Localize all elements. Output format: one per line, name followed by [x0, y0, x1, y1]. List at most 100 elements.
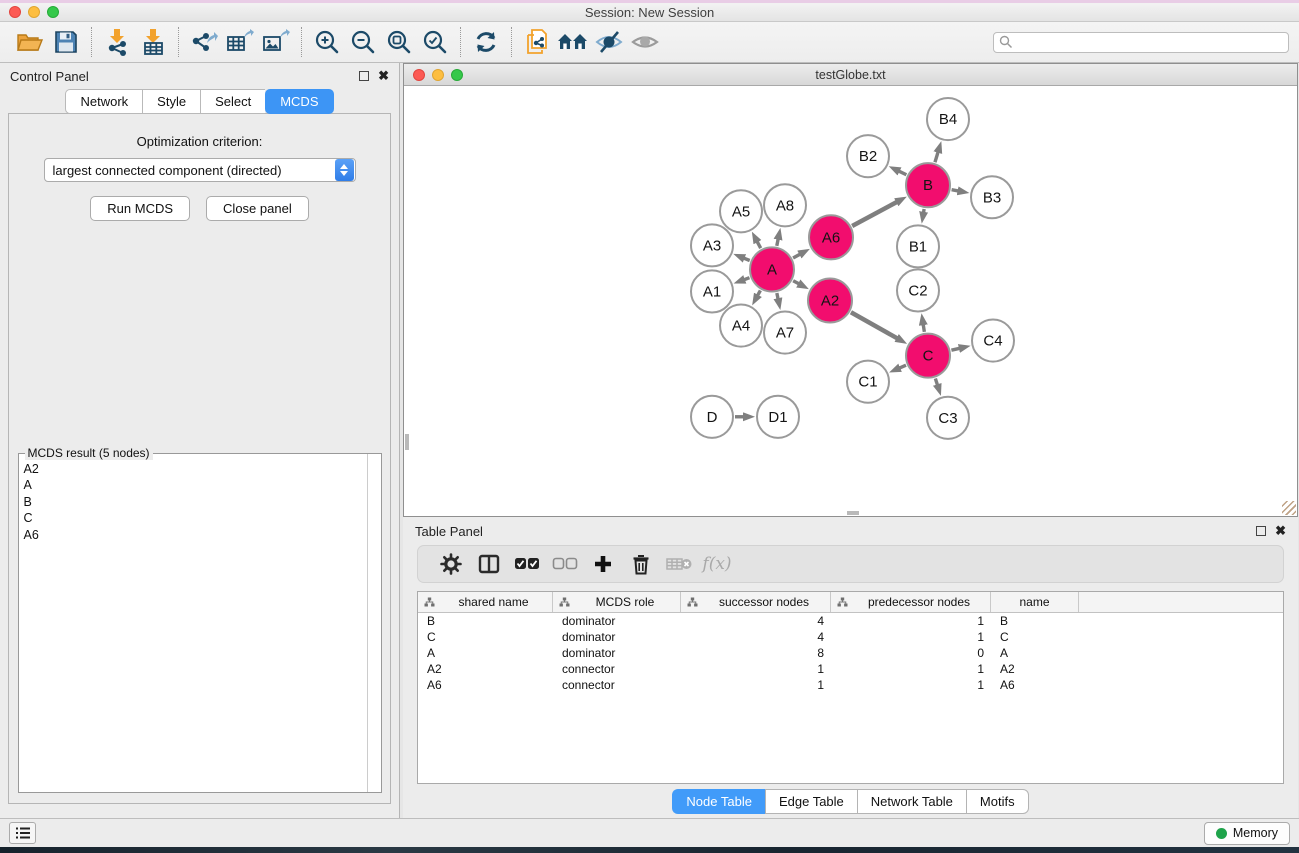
search-field[interactable] — [993, 32, 1289, 53]
export-network-button[interactable] — [186, 26, 222, 58]
table-cell: C — [418, 630, 553, 644]
table-row[interactable]: A2connector11A2 — [418, 661, 1283, 677]
tab-edge-table[interactable]: Edge Table — [765, 789, 857, 814]
select-all-columns-button[interactable] — [508, 549, 546, 579]
column-header-predecessor-nodes[interactable]: predecessor nodes — [831, 592, 991, 612]
show-eye-button[interactable] — [627, 26, 663, 58]
zoom-fit-icon — [386, 29, 412, 55]
hide-eye-button[interactable] — [591, 26, 627, 58]
column-header-label: MCDS role — [570, 595, 680, 609]
toolbar-separator — [178, 27, 179, 57]
table-cell: A6 — [991, 678, 1079, 692]
table-row[interactable]: A6connector11A6 — [418, 677, 1283, 693]
graph-edge-C-C1[interactable] — [898, 365, 906, 368]
table-settings-button[interactable] — [432, 549, 470, 579]
network-canvas[interactable]: B4B2BB3A8A5A6A3B1AC2A1A2A4A7C4CC1DC3D1 — [404, 86, 1297, 516]
table-row[interactable]: Adominator80A — [418, 645, 1283, 661]
control-panel-tabs: Network Style Select MCDS — [0, 89, 399, 114]
eye-icon — [630, 30, 660, 54]
add-column-button[interactable] — [584, 549, 622, 579]
graph-edge-A-A8[interactable] — [777, 238, 779, 246]
graph-edge-B-B3[interactable] — [952, 190, 960, 191]
column-header-name[interactable]: name — [991, 592, 1079, 612]
task-history-button[interactable] — [9, 822, 36, 844]
column-header-label: predecessor nodes — [848, 595, 990, 609]
close-panel-button[interactable]: Close panel — [206, 196, 309, 221]
export-image-button[interactable] — [258, 26, 294, 58]
network-window-titlebar[interactable]: testGlobe.txt — [404, 64, 1297, 86]
graph-edge-A-A6[interactable] — [793, 254, 801, 258]
import-table-button[interactable] — [135, 26, 171, 58]
graph-node-label-A: A — [767, 261, 777, 278]
shared-column-icon — [687, 597, 698, 607]
window-resize-grip[interactable] — [1282, 501, 1296, 515]
run-mcds-button[interactable]: Run MCDS — [90, 196, 190, 221]
import-network-button[interactable] — [99, 26, 135, 58]
table-row[interactable]: Cdominator41C — [418, 629, 1283, 645]
graph-edge-A-A5[interactable] — [757, 240, 761, 248]
tab-node-table[interactable]: Node Table — [672, 789, 765, 814]
tab-motifs[interactable]: Motifs — [966, 789, 1029, 814]
search-input[interactable] — [1013, 35, 1273, 49]
graph-edge-A6-B[interactable] — [852, 201, 898, 226]
result-scrollbar[interactable] — [367, 454, 381, 792]
column-layout-button[interactable] — [470, 549, 508, 579]
close-table-panel-icon[interactable]: ✖ — [1275, 526, 1286, 536]
graph-edge-A2-C[interactable] — [851, 312, 898, 339]
zoom-fit-button[interactable] — [381, 26, 417, 58]
save-session-button[interactable] — [48, 26, 84, 58]
canvas-vscroll-thumb[interactable] — [405, 434, 409, 450]
tab-style[interactable]: Style — [142, 89, 200, 114]
graph-edge-A-A2[interactable] — [793, 281, 800, 285]
two-houses-icon — [557, 30, 589, 54]
tab-network-table[interactable]: Network Table — [857, 789, 966, 814]
home-button[interactable] — [555, 26, 591, 58]
table-cell: connector — [553, 678, 681, 692]
delete-column-button[interactable] — [622, 549, 660, 579]
table-cell: 1 — [831, 678, 991, 692]
column-header-label: shared name — [435, 595, 552, 609]
network-view-window: testGlobe.txt B4B2BB3A8A5A6A3B1AC2A1A2A4… — [403, 63, 1298, 517]
zoom-selected-button[interactable] — [417, 26, 453, 58]
export-table-button[interactable] — [222, 26, 258, 58]
function-builder-button[interactable]: f(x) — [698, 549, 736, 579]
tab-mcds[interactable]: MCDS — [265, 89, 333, 114]
canvas-hscroll-thumb[interactable] — [847, 511, 859, 515]
table-row[interactable]: Bdominator41B — [418, 613, 1283, 629]
graph-edge-A-A1[interactable] — [743, 278, 749, 280]
column-header-MCDS-role[interactable]: MCDS role — [553, 592, 681, 612]
deselect-all-columns-button[interactable] — [546, 549, 584, 579]
memory-button[interactable]: Memory — [1204, 822, 1290, 845]
shared-column-icon — [424, 597, 435, 607]
criterion-select[interactable]: largest connected component (directed) — [44, 158, 356, 182]
graph-edge-C-C2[interactable] — [923, 323, 924, 332]
duplicate-network-button[interactable] — [519, 26, 555, 58]
table-cell: 1 — [831, 630, 991, 644]
delete-table-button[interactable] — [660, 549, 698, 579]
tab-network[interactable]: Network — [65, 89, 142, 114]
float-table-panel-button[interactable] — [1256, 526, 1266, 536]
column-header-shared-name[interactable]: shared name — [418, 592, 553, 612]
graph-node-label-C3: C3 — [938, 410, 957, 427]
table-cell: dominator — [553, 614, 681, 628]
graph-edge-B-B2[interactable] — [898, 171, 907, 175]
table-cell: A2 — [418, 662, 553, 676]
graph-edge-A-A4[interactable] — [757, 290, 760, 296]
float-panel-button[interactable] — [359, 71, 369, 81]
graph-edge-C-C4[interactable] — [951, 348, 960, 350]
graph-edge-C-C3[interactable] — [935, 379, 938, 387]
tab-select[interactable]: Select — [200, 89, 265, 114]
column-header-successor-nodes[interactable]: successor nodes — [681, 592, 831, 612]
graph-edge-B-B4[interactable] — [935, 151, 938, 162]
open-session-button[interactable] — [12, 26, 48, 58]
zoom-in-button[interactable] — [309, 26, 345, 58]
refresh-network-button[interactable] — [468, 26, 504, 58]
table-cell: dominator — [553, 646, 681, 660]
graph-edge-A-A3[interactable] — [743, 258, 750, 261]
zoom-out-button[interactable] — [345, 26, 381, 58]
graph-edge-A-A7[interactable] — [777, 293, 778, 300]
result-node-item: A2 — [24, 461, 366, 477]
graph-edge-B-B1[interactable] — [923, 209, 924, 214]
open-folder-icon — [16, 30, 44, 54]
close-panel-icon[interactable]: ✖ — [378, 71, 389, 81]
